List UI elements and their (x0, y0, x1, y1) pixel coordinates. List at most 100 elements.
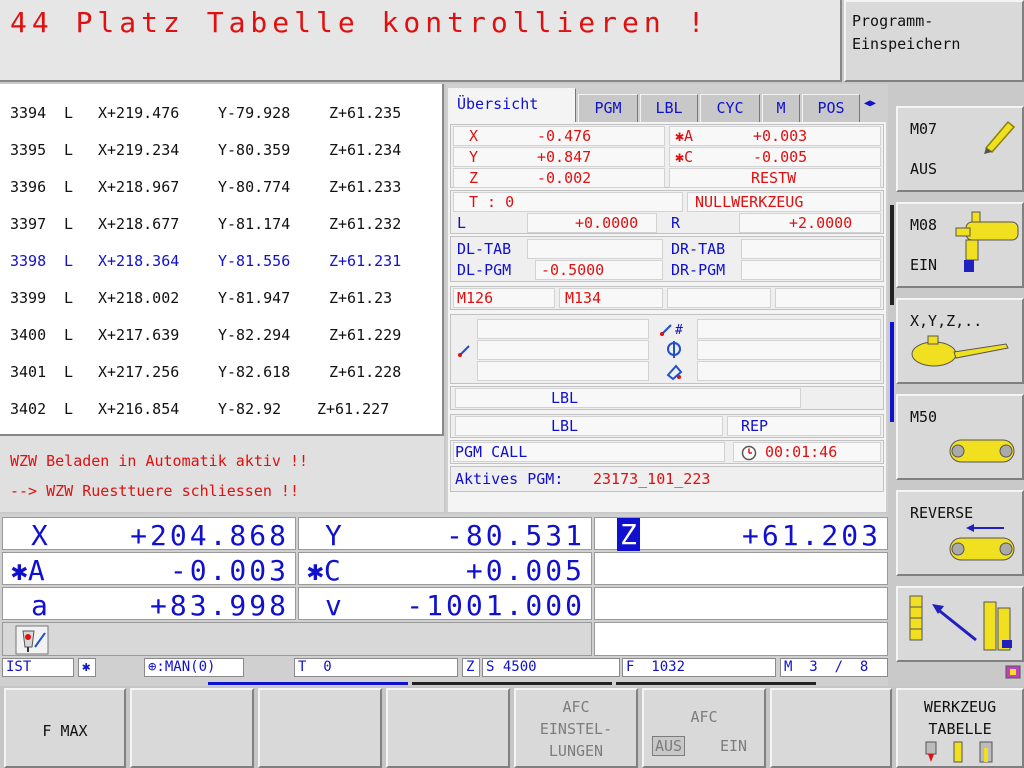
afc-settings-softkey[interactable]: AFC EINSTEL- LUNGEN (514, 688, 638, 768)
axis-a-name: ✱A (11, 554, 45, 587)
screen-switch-icon[interactable] (1004, 664, 1022, 680)
next-bar-softkey[interactable] (896, 586, 1024, 662)
m07-state: AUS (910, 160, 938, 178)
line-z: Z+61.228 (329, 363, 402, 381)
empty-softkey[interactable] (130, 688, 254, 768)
active-pgm-name: 23173_101_223 (593, 470, 711, 488)
line-type: L (64, 104, 74, 122)
tool-name: NULLWERKZEUG (695, 193, 804, 211)
line-number: 3402 (10, 400, 47, 418)
line-y: Y-79.928 (218, 104, 291, 122)
feed-status: F 1032 (622, 658, 776, 677)
axis-alpha-name: a (31, 589, 48, 622)
tab-overview[interactable]: Übersicht (448, 88, 576, 122)
xyz-softkey[interactable]: X,Y,Z,.. (896, 298, 1024, 384)
dl-pgm-value: -0.5000 (541, 261, 605, 279)
tool-table-softkey[interactable]: WERKZEUG TABELLE (896, 688, 1024, 768)
cell (697, 361, 881, 381)
program-line[interactable]: 3401 L X+217.256 Y-82.618 Z+61.228 (0, 363, 440, 387)
pgm-call-block: PGM CALL 00:01:46 (450, 440, 884, 464)
axis-c: ✱C +0.005 (298, 552, 592, 587)
afc-on-option[interactable]: EIN (720, 737, 747, 755)
line-number: 3398 (10, 252, 47, 270)
mfunction-status: M 3 / 8 (780, 658, 888, 677)
tool-override-icon[interactable] (15, 625, 49, 655)
axis-y-name: Y (325, 519, 342, 552)
tab-pos[interactable]: POS (802, 94, 860, 122)
datum-shift-icon (458, 345, 470, 357)
line-type: L (64, 289, 74, 307)
tool-table-label: WERKZEUG (923, 698, 997, 716)
dl-pgm-label: DL-PGM (457, 261, 512, 279)
tool-radius-label: R (671, 214, 681, 232)
error-panel: WZW Beladen in Automatik aktiv !! --> WZ… (0, 434, 444, 512)
lbl-label: LBL (551, 389, 579, 407)
lbl-repeat-label: LBL (551, 417, 579, 435)
reverse-softkey[interactable]: REVERSE (896, 490, 1024, 576)
vertical-scroll-indicator (890, 322, 894, 422)
tab-scroll-icon[interactable]: ◀▶ (864, 98, 876, 109)
empty-softkey[interactable] (770, 688, 892, 768)
program-line[interactable]: 3394 L X+219.476 Y-79.928 Z+61.235 (0, 104, 440, 128)
a-value: +0.003 (753, 127, 808, 145)
m08-softkey[interactable]: M08 EIN (896, 202, 1024, 288)
empty-softkey[interactable] (386, 688, 510, 768)
active-program-block: Aktives PGM: 23173_101_223 (450, 466, 884, 492)
afc-toggle-softkey[interactable]: AFC AUS EIN (642, 688, 766, 768)
status-panel: Übersicht PGM LBL CYC M POS ◀▶ X -0.476 … (446, 84, 888, 512)
tab-lbl[interactable]: LBL (640, 94, 698, 122)
xyz-label: X,Y,Z,.. (910, 312, 983, 330)
tool-radius-value: +2.0000 (789, 214, 853, 232)
line-x: X+219.476 (98, 104, 180, 122)
program-line-current[interactable]: 3398 L X+218.364 Y-81.556 Z+61.231 (0, 252, 440, 276)
softkey-bar-switch-icon (909, 595, 1012, 651)
fmax-softkey[interactable]: F MAX (4, 688, 126, 768)
fmax-label: F MAX (42, 722, 88, 740)
pencil-icon (984, 120, 1016, 154)
tool-block: T : 0 NULLWERKZEUG L +0.0000 R +2.0000 (450, 190, 884, 234)
line-x: X+218.002 (98, 289, 180, 307)
line-x: X+218.677 (98, 215, 180, 233)
tab-pgm[interactable]: PGM (578, 94, 638, 122)
x-value: -0.476 (537, 127, 592, 145)
status-star: ✱ (78, 658, 96, 677)
program-line[interactable]: 3399 L X+218.002 Y-81.947 Z+61.23 (0, 289, 440, 313)
empty-softkey[interactable] (258, 688, 382, 768)
program-line[interactable]: 3397 L X+218.677 Y-81.174 Z+61.232 (0, 215, 440, 239)
program-line[interactable]: 3396 L X+218.967 Y-80.774 Z+61.233 (0, 178, 440, 202)
m07-label: M07 (910, 120, 938, 138)
tools-icon (925, 741, 993, 763)
line-type: L (64, 252, 74, 270)
axis-alpha: a +83.998 (2, 587, 296, 622)
m134-label: M134 (565, 289, 602, 307)
program-line[interactable]: 3400 L X+217.639 Y-82.294 Z+61.229 (0, 326, 440, 350)
axis-c-value: +0.005 (465, 554, 585, 587)
program-line[interactable]: 3395 L X+219.234 Y-80.359 Z+61.234 (0, 141, 440, 165)
program-line[interactable]: 3402 L X+216.854 Y-82.92 Z+61.227 (0, 400, 440, 424)
m50-softkey[interactable]: M50 (896, 394, 1024, 480)
program-store-button[interactable]: Programm- Einspeichern (844, 0, 1024, 82)
line-y: Y-81.174 (218, 215, 291, 233)
overview-content: X -0.476 Y +0.847 Z -0.002 ✱A +0.003 ✱C … (448, 122, 886, 512)
axis-x-name: X (31, 519, 48, 552)
program-listing[interactable]: 3394 L X+219.476 Y-79.928 Z+61.235 3395 … (0, 84, 444, 434)
afc-off-option[interactable]: AUS (652, 736, 686, 756)
line-z: Z+61.234 (329, 141, 402, 159)
line-z: Z+61.232 (329, 215, 402, 233)
cell (697, 319, 881, 339)
spindle-status: S 4500 (482, 658, 620, 677)
axis-v-name: v (325, 589, 342, 622)
dr-pgm-label: DR-PGM (671, 261, 726, 279)
delta-block: DL-TAB DR-TAB DL-PGM -0.5000 DR-PGM (450, 236, 884, 282)
dr-tab-label: DR-TAB (671, 240, 726, 258)
z-value: -0.002 (537, 169, 592, 187)
conveyor-reverse-icon (949, 524, 1015, 561)
tab-m[interactable]: M (762, 94, 800, 122)
cell (667, 288, 771, 308)
cell (477, 361, 649, 381)
tool-length-value: +0.0000 (575, 214, 639, 232)
axis-x: X +204.868 (2, 517, 296, 552)
tab-cyc[interactable]: CYC (700, 94, 760, 122)
line-x: X+217.639 (98, 326, 180, 344)
m07-softkey[interactable]: M07 AUS (896, 106, 1024, 192)
